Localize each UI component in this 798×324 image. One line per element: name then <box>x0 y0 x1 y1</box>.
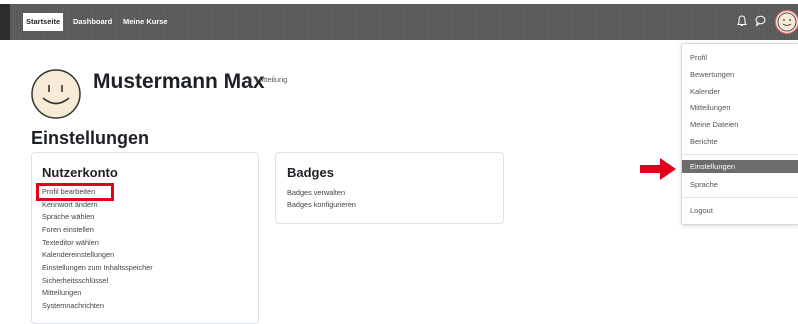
menu-item-meine-dateien[interactable]: Meine Dateien <box>690 120 738 129</box>
link-kennwort-aendern[interactable]: Kennwort ändern <box>42 200 98 209</box>
highlight-box <box>36 183 114 201</box>
account-card-title: Nutzerkonto <box>42 165 118 180</box>
link-texteditor[interactable]: Texteditor wählen <box>42 238 99 247</box>
top-navbar: Startseite Dashboard Meine Kurse <box>0 4 798 40</box>
menu-item-berichte[interactable]: Berichte <box>690 137 718 146</box>
link-inhaltsspeicher[interactable]: Einstellungen zum Inhaltsspeicher <box>42 263 153 272</box>
menu-item-kalender[interactable]: Kalender <box>690 87 720 96</box>
menu-item-mitteilungen[interactable]: Mitteilungen <box>690 103 730 112</box>
nav-startseite[interactable]: Startseite <box>23 13 64 31</box>
chat-icon: 💬︎ <box>243 75 254 84</box>
page-title: Einstellungen <box>31 128 150 148</box>
link-sicherheitsschluessel[interactable]: Sicherheitsschlüssel <box>42 276 108 285</box>
message-link[interactable]: 💬︎ Mitteilung <box>243 75 287 84</box>
user-avatar-button[interactable] <box>775 10 798 34</box>
bell-icon[interactable] <box>737 15 747 29</box>
menu-item-einstellungen-label: Einstellungen <box>690 162 736 171</box>
menu-item-sprache[interactable]: Sprache <box>690 180 718 189</box>
menu-divider <box>682 197 798 198</box>
link-kalendereinstellungen[interactable]: Kalendereinstellungen <box>42 250 114 259</box>
red-arrow-icon <box>640 158 676 185</box>
nav-meine-kurse[interactable]: Meine Kurse <box>120 13 171 31</box>
link-mitteilungen[interactable]: Mitteilungen <box>42 288 81 297</box>
link-badges-verwalten[interactable]: Badges verwalten <box>287 188 345 197</box>
profile-avatar <box>30 68 82 120</box>
menu-item-logout[interactable]: Logout <box>690 206 713 215</box>
message-link-label: Mitteilung <box>255 75 288 84</box>
navbar-edge <box>0 4 10 40</box>
menu-divider <box>682 154 798 155</box>
link-foren-einstellen[interactable]: Foren einstellen <box>42 225 94 234</box>
badges-card-title: Badges <box>287 165 334 180</box>
link-systemnachrichten[interactable]: Systemnachrichten <box>42 301 104 310</box>
chat-icon[interactable] <box>755 15 766 29</box>
menu-item-einstellungen[interactable]: Einstellungen <box>682 160 798 173</box>
nav-dashboard[interactable]: Dashboard <box>70 13 115 31</box>
user-menu-dropdown: Profil Bewertungen Kalender Mitteilungen… <box>681 43 798 225</box>
profile-name: Mustermann Max <box>93 70 265 93</box>
menu-item-bewertungen[interactable]: Bewertungen <box>690 70 734 79</box>
menu-item-profil[interactable]: Profil <box>690 53 707 62</box>
link-sprache-waehlen[interactable]: Sprache wählen <box>42 212 94 221</box>
link-badges-konfigurieren[interactable]: Badges konfigurieren <box>287 200 356 209</box>
